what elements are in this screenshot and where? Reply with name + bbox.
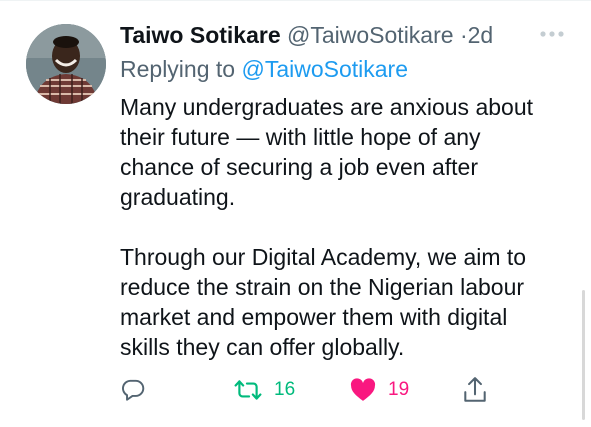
reply-button[interactable]	[120, 372, 146, 408]
tweet-header: Taiwo Sotikare @TaiwoSotikare ·2d	[120, 20, 493, 50]
tweet-paragraph-1: Many undergraduates are anxious about th…	[120, 94, 534, 210]
tweet[interactable]: Taiwo Sotikare @TaiwoSotikare ·2d Replyi…	[0, 0, 591, 427]
retweet-icon	[234, 380, 262, 400]
author-handle[interactable]: @TaiwoSotikare	[287, 22, 454, 48]
timestamp[interactable]: 2d	[468, 22, 494, 48]
retweet-button[interactable]: 16	[234, 372, 295, 408]
replying-to-label: Replying to	[120, 56, 242, 82]
tweet-text: Many undergraduates are anxious about th…	[120, 92, 560, 362]
tweet-actions: 16 19	[0, 372, 591, 408]
like-button[interactable]: 19	[350, 372, 409, 408]
share-button[interactable]	[462, 372, 488, 408]
more-options-icon[interactable]	[536, 22, 568, 46]
avatar-image	[26, 24, 106, 104]
share-icon	[464, 377, 486, 402]
divider	[0, 0, 591, 1]
tweet-paragraph-2: Through our Digital Academy, we aim to r…	[120, 244, 527, 360]
heart-icon	[350, 378, 376, 401]
reply-icon	[122, 379, 145, 401]
author-name[interactable]: Taiwo Sotikare	[120, 22, 281, 48]
replying-to: Replying to @TaiwoSotikare	[120, 54, 408, 84]
like-count: 19	[388, 379, 410, 400]
scrollbar[interactable]	[582, 290, 585, 420]
separator: ·	[459, 22, 468, 48]
replying-to-handle[interactable]: @TaiwoSotikare	[241, 56, 408, 82]
avatar[interactable]	[26, 24, 106, 104]
retweet-count: 16	[274, 379, 296, 400]
